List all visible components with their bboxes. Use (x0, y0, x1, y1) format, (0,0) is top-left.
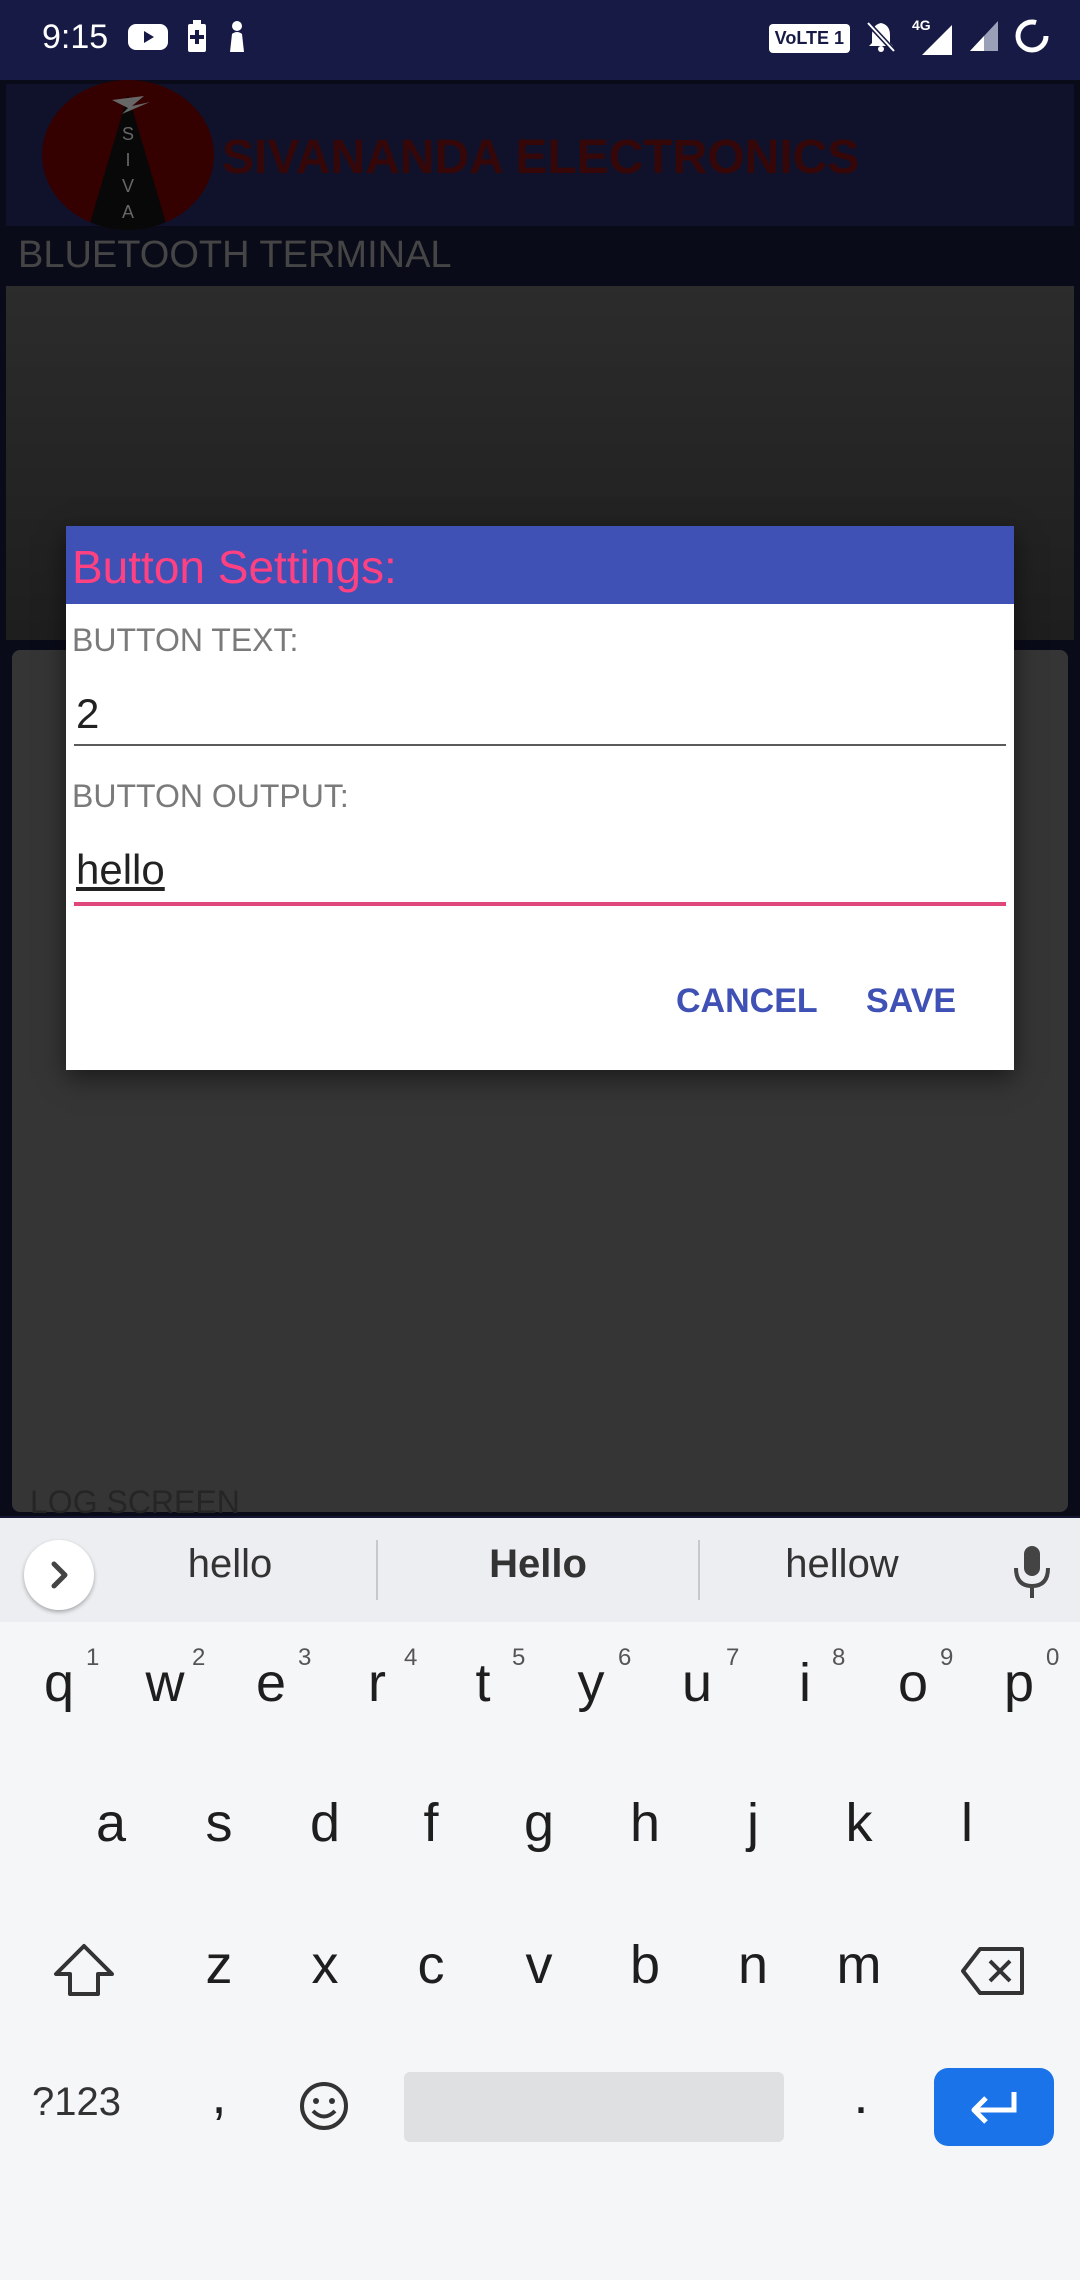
suggestion-3[interactable]: hellow (712, 1542, 972, 1587)
hint-6: 6 (618, 1644, 632, 1671)
enter-key[interactable] (934, 2068, 1054, 2146)
key-z[interactable]: z (174, 1934, 264, 1996)
key-comma[interactable]: , (174, 2064, 264, 2126)
suggestion-divider (376, 1540, 378, 1600)
backspace-icon[interactable] (960, 1946, 1026, 2001)
suggestion-2[interactable]: Hello (408, 1542, 668, 1587)
key-v[interactable]: v (494, 1934, 584, 1996)
key-b[interactable]: b (600, 1934, 690, 1996)
key-c[interactable]: c (386, 1934, 476, 1996)
hint-5: 5 (512, 1644, 526, 1671)
key-period[interactable]: . (816, 2064, 906, 2126)
key-g[interactable]: g (494, 1792, 584, 1854)
hint-2: 2 (192, 1644, 206, 1671)
notification-icon (226, 20, 248, 59)
hint-4: 4 (404, 1644, 418, 1671)
button-output-label: BUTTON OUTPUT: (72, 778, 349, 814)
status-icons-left (128, 20, 248, 59)
key-l[interactable]: l (922, 1792, 1012, 1854)
key-k[interactable]: k (814, 1792, 904, 1854)
emoji-icon[interactable] (298, 2080, 350, 2137)
microphone-icon[interactable] (1008, 1544, 1056, 1605)
dialog-title-bar: Button Settings: (66, 526, 1014, 604)
hint-9: 9 (940, 1644, 954, 1671)
status-bar: 9:15 VoLTE 1 4G (0, 0, 1080, 80)
signal-4g-icon: 4G (912, 17, 956, 57)
key-f[interactable]: f (386, 1792, 476, 1854)
status-icons-right: VoLTE 1 4G (768, 17, 1050, 59)
key-d[interactable]: d (280, 1792, 370, 1854)
button-text-label: BUTTON TEXT: (72, 622, 299, 658)
key-a[interactable]: a (66, 1792, 156, 1854)
shift-icon[interactable] (52, 1942, 116, 2003)
bell-off-icon (864, 19, 898, 58)
cancel-button[interactable]: CANCEL (676, 982, 818, 1021)
suggestion-divider (698, 1540, 700, 1600)
hint-3: 3 (298, 1644, 312, 1671)
youtube-icon (128, 22, 168, 57)
button-output-underline (74, 902, 1006, 906)
button-text-underline (74, 744, 1006, 746)
hint-1: 1 (86, 1644, 100, 1671)
save-button[interactable]: SAVE (866, 982, 956, 1021)
key-n[interactable]: n (708, 1934, 798, 1996)
hint-7: 7 (726, 1644, 740, 1671)
key-m[interactable]: m (814, 1934, 904, 1996)
key-x[interactable]: x (280, 1934, 370, 1996)
dialog-title: Button Settings: (72, 541, 397, 593)
button-settings-dialog: Button Settings: BUTTON TEXT: 2 BUTTON O… (66, 526, 1014, 1070)
status-time: 9:15 (42, 18, 109, 56)
symbols-key[interactable]: ?123 (32, 2080, 121, 2125)
battery-saver-icon (186, 20, 208, 59)
space-bar[interactable] (404, 2072, 784, 2142)
signal-icon (970, 19, 1000, 58)
volte-icon: VoLTE 1 (768, 24, 850, 53)
suggestion-bar: hello Hello hellow (0, 1518, 1080, 1622)
loading-icon (1014, 18, 1050, 59)
key-h[interactable]: h (600, 1792, 690, 1854)
suggestion-1[interactable]: hello (100, 1542, 360, 1587)
hint-8: 8 (832, 1644, 846, 1671)
chevron-right-icon[interactable] (24, 1540, 94, 1610)
key-j[interactable]: j (708, 1792, 798, 1854)
button-text-input[interactable]: 2 (76, 690, 99, 738)
button-output-input[interactable]: hello (76, 846, 165, 894)
enter-icon (971, 2092, 1017, 2124)
keyboard: hello Hello hellow q 1 w 2 e 3 r 4 t 5 y… (0, 1518, 1080, 2280)
hint-0: 0 (1046, 1644, 1060, 1671)
key-s[interactable]: s (174, 1792, 264, 1854)
